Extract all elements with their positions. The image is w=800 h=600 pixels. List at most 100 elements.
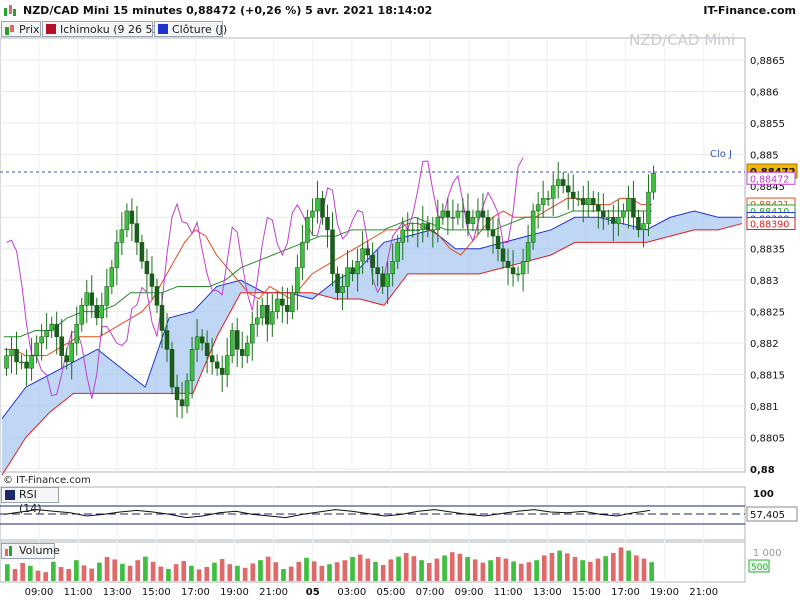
rsi-top-tick: 100 [753,489,774,500]
candle-down [164,330,170,350]
candle-up [224,355,230,375]
candle-down [280,298,285,306]
candle-up [69,342,74,363]
candle-down [611,217,616,224]
candle-up [440,210,446,218]
volume-bar [5,564,10,581]
volume-bar [242,567,248,581]
x-tick-label: 15:00 [142,587,171,598]
x-tick-label: 21:00 [689,587,718,598]
candle-down [154,286,160,306]
candle-up [455,210,461,218]
candle-up [395,242,400,262]
volume-bar [350,557,355,581]
candle-up [460,210,466,213]
y-tick-label: 0,8855 [750,119,785,130]
x-tick-label: 13:00 [103,587,132,598]
volume-bar [465,557,470,581]
candle-up [390,261,395,275]
volume-bar [66,569,72,581]
candle-up [420,223,426,231]
volume-bar [334,562,340,581]
x-tick-label: 17:00 [181,587,210,598]
rsi-label-tag[interactable]: RSI (14) [1,487,59,515]
volume-bar [480,562,486,581]
volume-bar [258,560,263,581]
candle-up [475,210,481,218]
candle-up [360,248,365,262]
chart-canvas: 0,88650,8860,88550,8850,88450,8840,88350… [0,31,798,598]
candle-up [119,229,125,243]
x-tick-label: 07:00 [416,587,445,598]
volume-bar [28,565,33,581]
time-axis: 09:00 11:00 13:00 15:00 17:00 19:00 21:00 05 03:… [25,587,719,598]
volume-bar [365,558,371,581]
rsi-value: 57,405 [750,510,785,521]
candle-down [234,330,240,350]
candle-up [545,198,551,200]
candle-up [189,349,195,382]
candle-up [84,292,90,306]
candle-up [415,229,421,232]
volume-bar [173,564,179,581]
volume-bar [97,562,102,581]
volume-bar [204,567,210,581]
candle-down [129,210,135,224]
volume-bar [626,550,631,581]
candle-down [134,223,140,243]
volume-bar [503,558,509,581]
volume-bar [120,563,125,581]
legend-item-cloture[interactable]: Clôture (J) [154,21,227,37]
candle-up [109,267,115,287]
candle-up [49,323,54,331]
volume-bar [641,558,647,581]
volume-bar [166,569,171,581]
volume-bar [449,552,455,581]
candle-down [596,204,601,212]
volume-bar [81,565,87,581]
volume-bar [319,565,325,581]
legend-item-ichimoku[interactable]: Ichimoku (9 26 52) [42,21,164,37]
rsi-swatch [5,490,15,500]
candle-down [204,342,210,356]
candle-down [565,185,571,193]
candle-down [500,248,506,262]
rsi_line-price-label: 0,88472 [750,174,789,185]
candle-up [606,217,611,219]
x-tick-label: 21:00 [259,587,288,598]
x-tick-label: 09:00 [455,587,484,598]
candle-down [570,191,576,199]
candle-down [370,254,375,268]
volume-bar [35,570,41,581]
candle-down [149,273,155,287]
candle-down [591,198,596,205]
volume-label-tag[interactable]: Volume [1,543,60,559]
brand-link[interactable]: IT-Finance.com [703,4,796,17]
candle-down [199,336,205,344]
x-tick-label: 05 [306,587,320,598]
y-tick-label: 0,8865 [750,56,785,67]
volume-bar [304,557,309,581]
candle-down [365,248,370,256]
candle-up [194,336,200,350]
cloture-swatch [158,24,168,34]
candle-down [144,261,150,275]
candle-down [320,198,325,218]
volume-bar [434,558,440,581]
volume-bar [580,560,585,581]
volume-bar [488,560,493,581]
volume-bar [250,563,256,581]
x-tick-label: 17:00 [611,587,640,598]
volume-bar [112,559,118,581]
candle-up [44,330,49,338]
legend-item-prix[interactable]: Prix [1,21,41,37]
y-tick-label: 0,883 [750,276,779,287]
volume-swatch [5,546,15,556]
volume-label: Volume [19,544,60,557]
legend-label: Prix [19,23,40,36]
volume-bar [20,563,26,581]
candle-up [295,267,300,293]
candle-up [405,229,410,232]
candle-up [275,298,280,312]
candle-up [34,342,39,356]
